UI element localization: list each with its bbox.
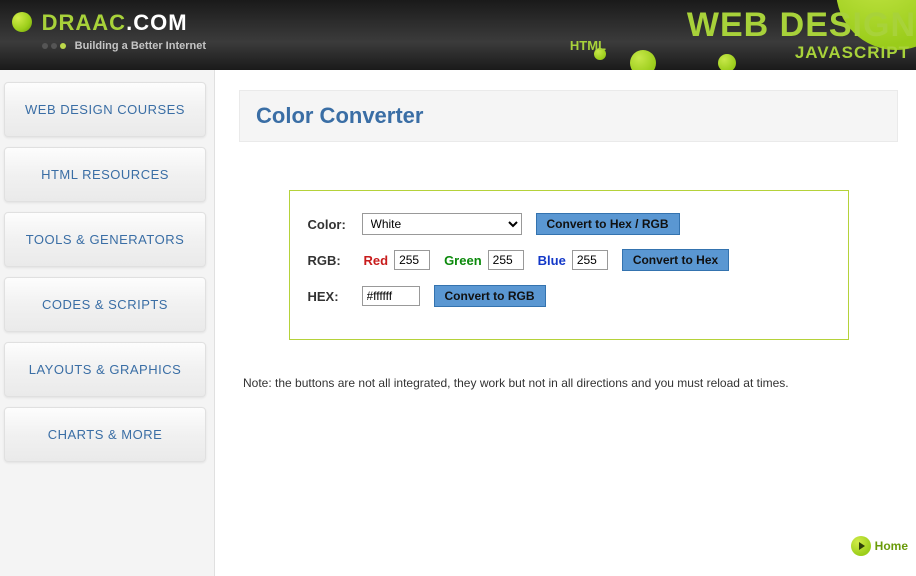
sidebar-item-html-resources[interactable]: HTML RESOURCES: [4, 147, 206, 202]
convert-to-rgb-button[interactable]: Convert to RGB: [434, 285, 546, 307]
tagline-text: Building a Better Internet: [75, 40, 206, 52]
row-color: Color: White Convert to Hex / RGB: [308, 213, 830, 235]
title-bar: Color Converter: [239, 90, 898, 142]
sidebar-item-charts-more[interactable]: CHARTS & MORE: [4, 407, 206, 462]
content-area: Color Converter Color: White Convert to …: [215, 70, 916, 576]
green-input[interactable]: [488, 250, 524, 270]
rgb-label: RGB:: [308, 253, 356, 268]
blue-label: Blue: [538, 253, 566, 268]
convert-to-hex-button[interactable]: Convert to Hex: [622, 249, 729, 271]
hex-input[interactable]: [362, 286, 420, 306]
logo-dot-icon: [12, 12, 32, 32]
logo-area: DRAAC.COM Building a Better Internet: [12, 10, 206, 52]
tagline: Building a Better Internet: [42, 40, 206, 52]
home-link-label: Home: [875, 539, 908, 553]
page-header: DRAAC.COM Building a Better Internet HTM…: [0, 0, 916, 70]
sidebar-item-web-design-courses[interactable]: WEB DESIGN COURSES: [4, 82, 206, 137]
sidebar: WEB DESIGN COURSES HTML RESOURCES TOOLS …: [0, 70, 215, 576]
red-input[interactable]: [394, 250, 430, 270]
brand-sub: JAVASCRIPT: [687, 44, 916, 61]
brand-top: WEB DESIGN: [687, 6, 916, 44]
converter-box: Color: White Convert to Hex / RGB RGB: R…: [289, 190, 849, 340]
sidebar-item-tools-generators[interactable]: TOOLS & GENERATORS: [4, 212, 206, 267]
bubble-icon: [630, 50, 656, 70]
brand-title: WEB DESIGN JAVASCRIPT: [687, 8, 916, 61]
tagline-dots-icon: [42, 40, 69, 52]
hex-label: HEX:: [308, 289, 356, 304]
convert-hex-rgb-button[interactable]: Convert to Hex / RGB: [536, 213, 680, 235]
note-text: Note: the buttons are not all integrated…: [239, 376, 898, 390]
page-title: Color Converter: [256, 103, 881, 129]
red-label: Red: [364, 253, 389, 268]
color-label: Color:: [308, 217, 356, 232]
row-hex: HEX: Convert to RGB: [308, 285, 830, 307]
row-rgb: RGB: Red Green Blue Convert to Hex: [308, 249, 830, 271]
header-right: HTML WEB DESIGN JAVASCRIPT: [496, 0, 916, 70]
sidebar-item-layouts-graphics[interactable]: LAYOUTS & GRAPHICS: [4, 342, 206, 397]
color-select[interactable]: White: [362, 213, 522, 235]
site-name-white: .COM: [126, 10, 187, 35]
play-icon: [851, 536, 871, 556]
blue-input[interactable]: [572, 250, 608, 270]
site-name-green: DRAAC: [42, 10, 126, 35]
home-link[interactable]: Home: [851, 536, 908, 556]
green-label: Green: [444, 253, 482, 268]
site-name: DRAAC.COM Building a Better Internet: [42, 10, 206, 52]
sidebar-item-codes-scripts[interactable]: CODES & SCRIPTS: [4, 277, 206, 332]
nav-html-link[interactable]: HTML: [570, 38, 606, 53]
